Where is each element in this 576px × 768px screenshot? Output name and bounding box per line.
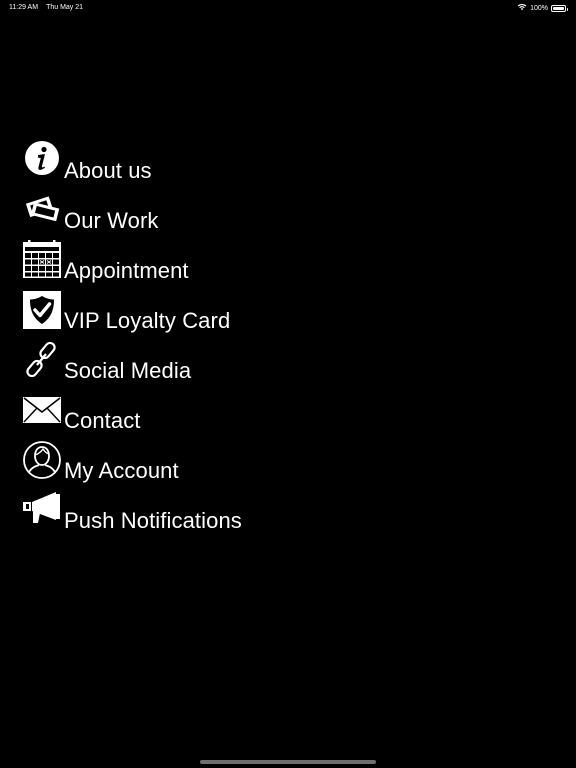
photos-icon — [22, 190, 62, 230]
battery-icon — [551, 4, 568, 12]
user-icon — [22, 440, 62, 480]
menu-item-about-us[interactable]: About us — [22, 140, 342, 190]
menu-item-social-media[interactable]: Social Media — [22, 340, 342, 390]
menu-label: Appointment — [64, 258, 189, 283]
menu-label: Our Work — [64, 208, 159, 233]
link-icon — [22, 340, 62, 380]
status-time: 11:29 AM — [9, 4, 39, 11]
menu-item-our-work[interactable]: Our Work — [22, 190, 342, 240]
menu-label: Contact — [64, 408, 141, 433]
megaphone-icon — [22, 490, 62, 530]
battery-percent: 100% — [530, 4, 548, 12]
status-bar: 11:29 AM Thu May 21 100% — [0, 0, 576, 16]
status-right: 100% — [517, 3, 568, 13]
wifi-icon — [517, 3, 527, 13]
menu-label: VIP Loyalty Card — [64, 308, 231, 333]
shield-check-icon — [22, 290, 62, 330]
menu-label: Push Notifications — [64, 508, 242, 533]
info-icon — [22, 140, 62, 180]
home-indicator[interactable] — [200, 760, 376, 764]
status-date: Thu May 21 — [46, 4, 84, 11]
menu-label: Social Media — [64, 358, 192, 383]
calendar-icon — [22, 240, 62, 280]
menu-label: About us — [64, 158, 152, 183]
menu-item-my-account[interactable]: My Account — [22, 440, 342, 490]
menu-label: My Account — [64, 458, 179, 483]
envelope-icon — [22, 390, 62, 430]
main-menu: About us Our Work Appointment VIP Loyalt… — [22, 140, 342, 540]
menu-item-appointment[interactable]: Appointment — [22, 240, 342, 290]
menu-item-contact[interactable]: Contact — [22, 390, 342, 440]
status-left: 11:29 AM Thu May 21 — [9, 4, 83, 11]
menu-item-vip-loyalty-card[interactable]: VIP Loyalty Card — [22, 290, 342, 340]
menu-item-push-notifications[interactable]: Push Notifications — [22, 490, 342, 540]
